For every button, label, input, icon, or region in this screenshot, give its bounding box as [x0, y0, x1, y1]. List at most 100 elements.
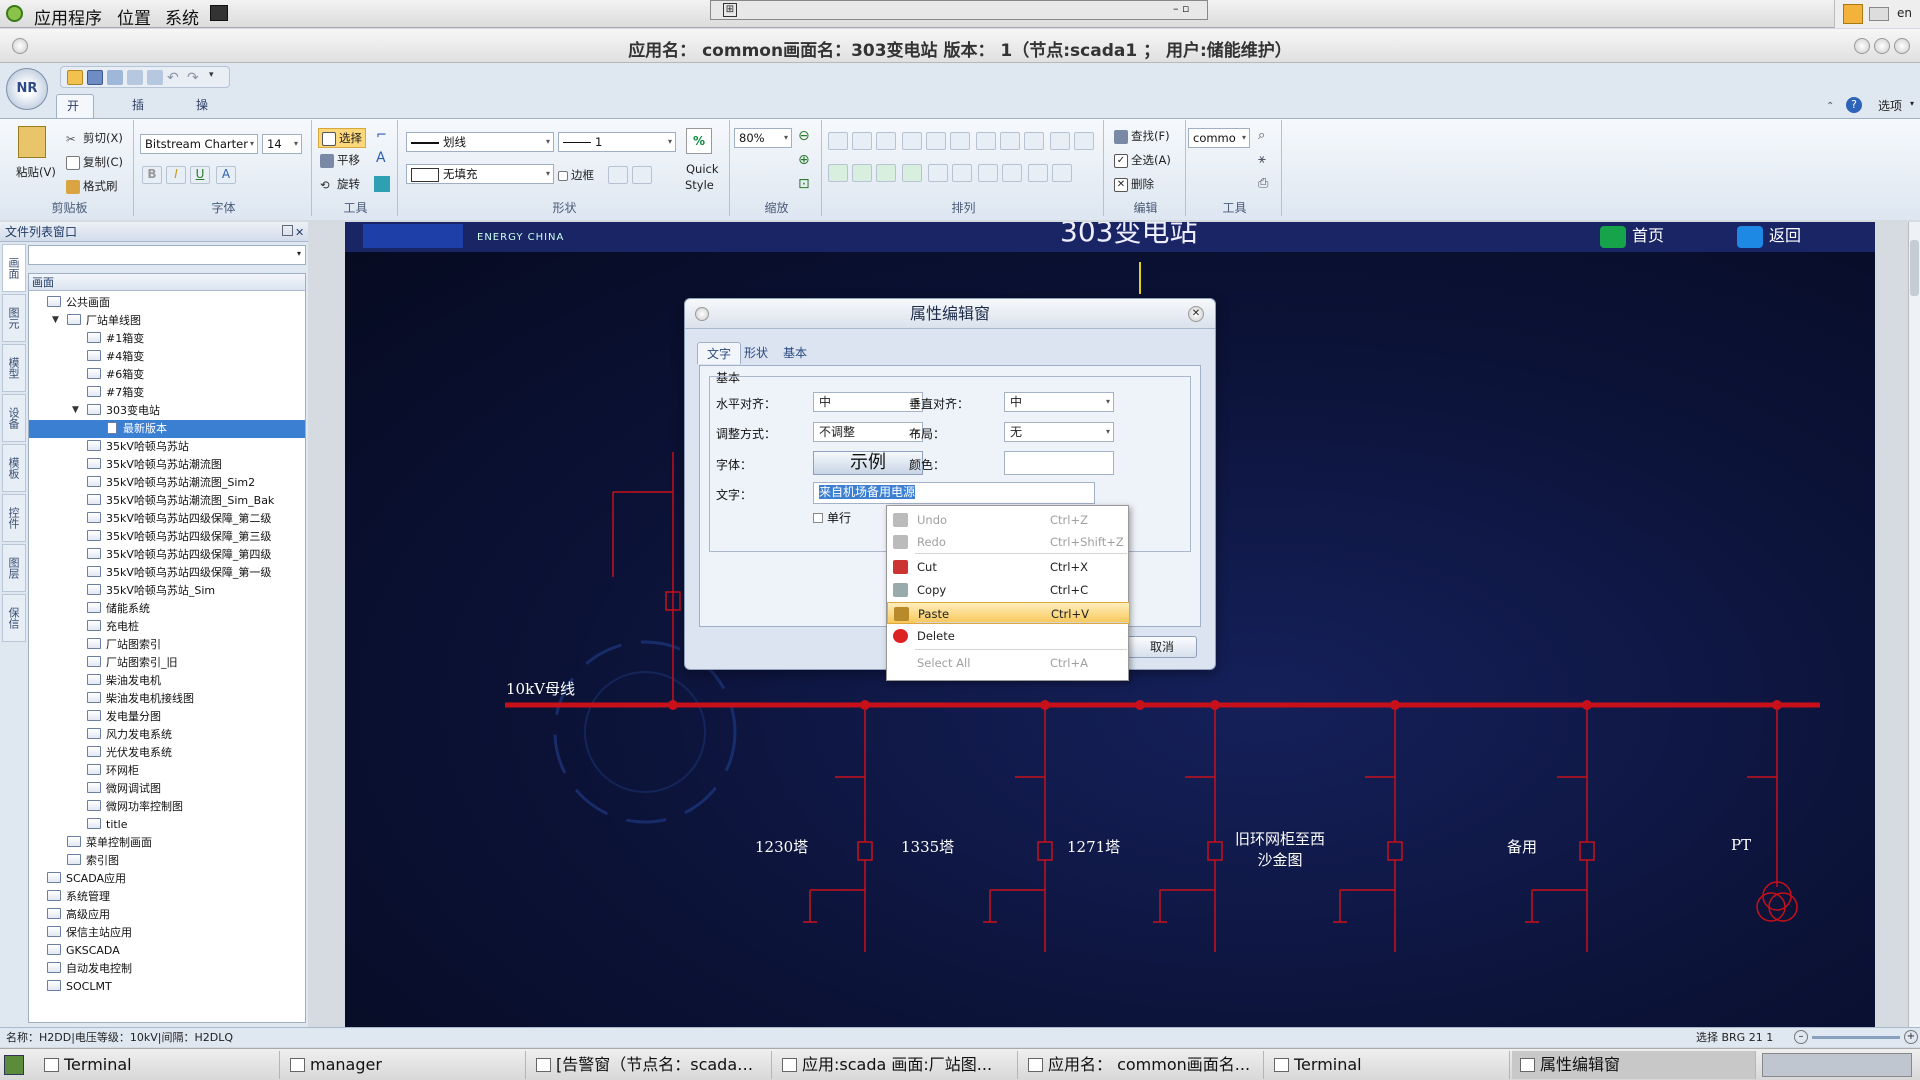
os-logo-icon[interactable]: [6, 5, 23, 22]
menu-system[interactable]: 系统: [165, 4, 199, 29]
connector-icon[interactable]: ⌐: [376, 128, 387, 143]
menu-item-delete[interactable]: Delete: [887, 625, 1130, 647]
tree-item[interactable]: GKSCADA: [47, 942, 120, 960]
tree-item[interactable]: 索引图: [67, 852, 119, 870]
underline-button[interactable]: U: [190, 166, 210, 184]
v-align-select[interactable]: 中 ▾: [1004, 392, 1114, 412]
network-icon[interactable]: [1843, 4, 1863, 24]
ribbon-collapse-icon[interactable]: ⌃: [1826, 98, 1834, 112]
vtab-2[interactable]: 模型: [2, 344, 26, 392]
taskbar-item[interactable]: Terminal: [36, 1051, 280, 1079]
tree-item[interactable]: 柴油发电机接线图: [87, 690, 194, 708]
distribute-h-icon[interactable]: [976, 132, 996, 150]
cut-button[interactable]: ✂ 剪切(X): [66, 130, 123, 146]
align-right-icon[interactable]: [876, 132, 896, 150]
zoom-out-icon[interactable]: ⊖: [798, 128, 810, 144]
color-swatch[interactable]: [1004, 451, 1114, 475]
float-icon[interactable]: [282, 225, 293, 236]
tree-item[interactable]: 光伏发电系统: [87, 744, 172, 762]
text-tool-icon[interactable]: A: [376, 150, 386, 166]
tree-item[interactable]: 35kV哈顿乌苏站潮流图: [87, 456, 222, 474]
tree-item[interactable]: 风力发电系统: [87, 726, 172, 744]
tab-operate[interactable]: 操作(O): [186, 94, 225, 156]
taskbar-item[interactable]: 应用名： common画面名...: [1020, 1051, 1264, 1079]
italic-button[interactable]: I: [166, 166, 186, 184]
align-top-icon[interactable]: [902, 132, 922, 150]
tree-item[interactable]: 厂站图索引: [87, 636, 161, 654]
menu-item-redo[interactable]: Redo Ctrl+Shift+Z: [887, 531, 1130, 553]
bring-front-icon[interactable]: [928, 164, 948, 182]
dialog-menu-icon[interactable]: [695, 307, 709, 321]
single-line-checkbox[interactable]: 单行: [813, 509, 851, 526]
find-button[interactable]: 查找(F): [1114, 128, 1170, 144]
tree-item[interactable]: 35kV哈顿乌苏站四级保障_第四级: [87, 546, 271, 564]
tree-item[interactable]: SCADA应用: [47, 870, 126, 888]
taskbar-item[interactable]: [告警窗（节点名：scada…: [528, 1051, 772, 1079]
show-desktop-icon[interactable]: [4, 1055, 24, 1075]
line-width-select[interactable]: 1 ▾: [558, 132, 676, 152]
options-menu[interactable]: 选项: [1878, 97, 1902, 114]
fill-select[interactable]: 无填充 ▾: [406, 164, 554, 184]
font-family-select[interactable]: Bitstream Charter ▾: [140, 134, 258, 154]
tree-expander-icon[interactable]: ▼: [52, 315, 59, 325]
delete-button[interactable]: ✕ 删除: [1114, 176, 1154, 192]
tree-item[interactable]: #7箱变: [87, 384, 144, 402]
workspace-switcher[interactable]: [1762, 1053, 1912, 1077]
tree-item[interactable]: #1箱变: [87, 330, 144, 348]
minimize-icon[interactable]: [1854, 38, 1870, 54]
help-icon[interactable]: ?: [1846, 97, 1862, 113]
menu-apps[interactable]: 应用程序: [34, 4, 102, 29]
tree-item[interactable]: #6箱变: [87, 366, 144, 384]
tree-item[interactable]: 自动发电控制: [47, 960, 132, 978]
layers-icon[interactable]: [147, 70, 163, 85]
taskbar-item[interactable]: 属性编辑窗: [1512, 1051, 1756, 1079]
tree-item[interactable]: 发电量分图: [87, 708, 161, 726]
undo-icon[interactable]: ↶: [167, 70, 183, 86]
rotate-tool-button[interactable]: ⟲ 旋转: [320, 176, 360, 192]
vtab-7[interactable]: 保信: [2, 594, 26, 642]
tree-item[interactable]: 303变电站: [87, 402, 160, 420]
lock-icon[interactable]: [1028, 164, 1048, 182]
layout-select[interactable]: 无 ▾: [1004, 422, 1114, 442]
tree-item[interactable]: 35kV哈顿乌苏站_Sim: [87, 582, 215, 600]
tree-item[interactable]: 35kV哈顿乌苏站四级保障_第一级: [87, 564, 271, 582]
tree-item[interactable]: 储能系统: [87, 600, 150, 618]
tree-item[interactable]: 35kV哈顿乌苏站: [87, 438, 189, 456]
cancel-button[interactable]: 取消: [1127, 636, 1197, 658]
tree-item[interactable]: 公共画面: [47, 294, 110, 312]
tab-home[interactable]: 开始(F): [56, 94, 95, 157]
search-icon[interactable]: ⌕: [1258, 128, 1265, 143]
terminal-launcher-icon[interactable]: [210, 5, 228, 21]
line-style-select[interactable]: 划线 ▾: [406, 132, 554, 152]
zoom-select[interactable]: 80% ▾: [734, 128, 792, 148]
vtab-3[interactable]: 设备: [2, 394, 26, 442]
vertical-scrollbar[interactable]: [1908, 222, 1920, 1027]
panel-close-icon[interactable]: ✕: [295, 223, 304, 243]
h-align-select[interactable]: 中 ▾: [813, 392, 923, 412]
keyboard-icon[interactable]: [1869, 7, 1889, 21]
font-color-button[interactable]: A: [216, 166, 236, 184]
zoom-minus-icon[interactable]: –: [1794, 1030, 1808, 1044]
dialog-close-icon[interactable]: ✕: [1188, 306, 1204, 322]
tree-item[interactable]: 微网调试图: [87, 780, 161, 798]
align-bottom-icon[interactable]: [950, 132, 970, 150]
distribute-v-icon[interactable]: [1000, 132, 1020, 150]
tree-item[interactable]: title: [87, 816, 128, 834]
fill-color-icon[interactable]: [632, 166, 652, 184]
refresh-icon[interactable]: [107, 70, 123, 85]
tree-item[interactable]: 充电桩: [87, 618, 139, 636]
minimized-window-bar[interactable]: ⊞ – ▫: [710, 0, 1208, 20]
tree-item[interactable]: 35kV哈顿乌苏站潮流图_Sim2: [87, 474, 255, 492]
menu-item-select-all[interactable]: Select All Ctrl+A: [887, 652, 1130, 674]
scrollbar-thumb[interactable]: [1910, 240, 1919, 296]
tree-item[interactable]: 厂站单线图: [67, 312, 141, 330]
close-icon[interactable]: [1894, 38, 1910, 54]
print-icon[interactable]: ⎙: [1258, 176, 1268, 191]
lang-indicator[interactable]: en: [1897, 6, 1912, 20]
tree-item[interactable]: 保信主站应用: [47, 924, 132, 942]
save-icon[interactable]: [87, 70, 103, 85]
tool-select[interactable]: commo ▾: [1188, 128, 1250, 148]
vtab-0[interactable]: 画面: [2, 244, 26, 292]
tree-item[interactable]: SOCLMT: [47, 978, 112, 996]
vtab-6[interactable]: 图层: [2, 544, 26, 592]
